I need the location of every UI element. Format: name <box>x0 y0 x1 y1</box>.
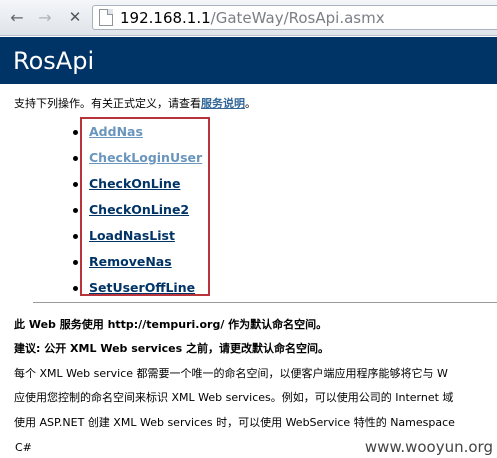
namespace-note: 此 Web 服务使用 http://tempuri.org/ 作为默认命名空间。 <box>14 318 328 331</box>
address-path: /GateWay/RosApi.asmx <box>210 8 385 27</box>
recommendation-note: 建议: 公开 XML Web services 之前，请更改默认命名空间。 <box>14 342 329 355</box>
operation-link[interactable]: AddNas <box>89 124 143 139</box>
service-description-link[interactable]: 服务说明 <box>201 97 245 110</box>
forward-arrow-icon[interactable]: → <box>34 6 56 28</box>
bullet-icon <box>73 208 78 213</box>
operation-link[interactable]: SetUserOffLine <box>89 280 195 295</box>
page-header: RosApi <box>0 37 497 84</box>
bullet-icon <box>73 234 78 239</box>
address-bar[interactable]: 192.168.1.1/GateWay/RosApi.asmx <box>92 5 497 30</box>
page-icon <box>99 9 113 26</box>
operation-link[interactable]: CheckOnLine2 <box>89 202 189 217</box>
intro-prefix: 支持下列操作。有关正式定义，请查看 <box>14 97 201 110</box>
body-line-3: 使用 ASP.NET 创建 XML Web services 时，可以使用 We… <box>14 416 455 429</box>
address-host: 192.168.1.1 <box>120 8 211 27</box>
bullet-icon <box>73 286 78 291</box>
back-arrow-icon[interactable]: ← <box>6 6 28 28</box>
bullet-icon <box>73 182 78 187</box>
operation-link[interactable]: CheckLoginUser <box>89 150 202 165</box>
code-language-label: C# <box>15 441 32 454</box>
bullet-icon <box>73 156 78 161</box>
divider <box>33 302 497 303</box>
intro-text: 支持下列操作。有关正式定义，请查看服务说明。 <box>14 95 256 111</box>
page-title: RosApi <box>13 47 95 75</box>
close-x-icon[interactable]: ✕ <box>64 6 86 28</box>
watermark: www.wooyun.org <box>364 438 493 456</box>
operation-link[interactable]: LoadNasList <box>89 228 175 243</box>
body-line-2: 应使用您控制的命名空间来标识 XML Web services。例如，可以使用公… <box>14 391 454 404</box>
body-line-1: 每个 XML Web service 都需要一个唯一的命名空间，以便客户端应用程… <box>14 367 448 380</box>
intro-suffix: 。 <box>245 97 256 110</box>
bullet-icon <box>73 130 78 135</box>
browser-toolbar: ← → ✕ 192.168.1.1/GateWay/RosApi.asmx <box>0 0 497 36</box>
bullet-icon <box>73 260 78 265</box>
operation-link[interactable]: RemoveNas <box>89 254 172 269</box>
operation-link[interactable]: CheckOnLine <box>89 176 180 191</box>
